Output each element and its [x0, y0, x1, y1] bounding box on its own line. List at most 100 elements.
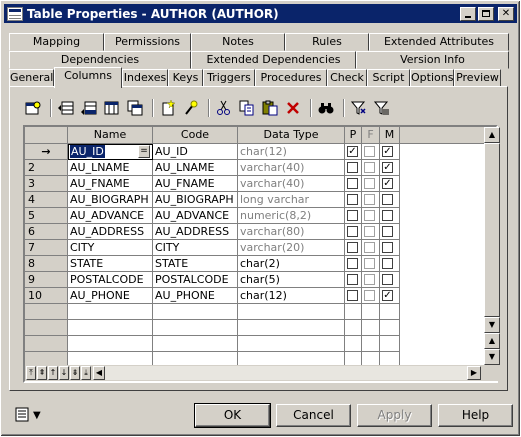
cell-code[interactable]: STATE — [153, 256, 238, 272]
checkbox-p[interactable] — [347, 274, 358, 285]
cell-type[interactable]: char(12) — [238, 144, 345, 160]
tab-preview[interactable]: Preview — [454, 69, 501, 87]
new-icon[interactable] — [158, 98, 178, 118]
tab-version-info[interactable]: Version Info — [356, 51, 509, 69]
scroll-right-button[interactable]: ▶ — [467, 366, 481, 380]
cell-name[interactable]: AU_ADVANCE — [68, 208, 153, 224]
cell-type[interactable]: varchar(80) — [238, 224, 345, 240]
cell-code[interactable] — [153, 352, 238, 365]
checkbox-f[interactable] — [364, 242, 375, 253]
copy-icon[interactable] — [237, 98, 257, 118]
cell-type[interactable]: varchar(40) — [238, 160, 345, 176]
checkbox-f[interactable] — [364, 258, 375, 269]
column-header-m[interactable]: M — [380, 127, 400, 144]
checkbox-m[interactable]: ✓ — [382, 290, 393, 301]
paste-icon[interactable] — [260, 98, 280, 118]
cell-type[interactable]: long varchar — [238, 192, 345, 208]
row-header[interactable] — [25, 304, 68, 320]
checkbox-p[interactable] — [347, 242, 358, 253]
tab-procedures[interactable]: Procedures — [255, 69, 327, 87]
cell-code[interactable]: AU_BIOGRAPH — [153, 192, 238, 208]
cell-type[interactable]: varchar(20) — [238, 240, 345, 256]
row-header[interactable]: 4 — [25, 192, 68, 208]
checkbox-m[interactable] — [382, 242, 393, 253]
cell-name[interactable]: AU_BIOGRAPH — [68, 192, 153, 208]
cell-code[interactable]: AU_PHONE — [153, 288, 238, 304]
cell-name[interactable]: POSTALCODE — [68, 272, 153, 288]
checkbox-p[interactable] — [347, 162, 358, 173]
title-bar[interactable]: Table Properties - AUTHOR (AUTHOR) ✕ — [4, 4, 517, 23]
row-header[interactable]: 7 — [25, 240, 68, 256]
checkbox-f[interactable] — [364, 210, 375, 221]
cell-ellipsis-button[interactable]: = — [138, 145, 150, 158]
scroll-left-button[interactable]: ◀ — [93, 366, 105, 380]
cell-name[interactable]: STATE — [68, 256, 153, 272]
cell-code[interactable]: AU_ADVANCE — [153, 208, 238, 224]
checkbox-p[interactable] — [347, 210, 358, 221]
tab-extended-dependencies[interactable]: Extended Dependencies — [191, 51, 356, 69]
minimize-button[interactable] — [460, 6, 476, 21]
checkbox-m[interactable]: ✓ — [382, 162, 393, 173]
cell-name[interactable] — [68, 336, 153, 352]
move-bottom-button[interactable]: ⤓ — [81, 366, 91, 380]
row-header[interactable]: 3 — [25, 176, 68, 192]
tab-extended-attributes[interactable]: Extended Attributes — [369, 33, 509, 51]
checkbox-p[interactable] — [347, 178, 358, 189]
move-page-down-button[interactable]: ⇟ — [70, 366, 80, 380]
tab-notes[interactable]: Notes — [191, 33, 285, 51]
checkbox-f[interactable] — [364, 178, 375, 189]
cell-code[interactable] — [153, 320, 238, 336]
vertical-scrollbar[interactable]: ▲ ▼ ▲ ▼ — [484, 127, 500, 365]
cell-type[interactable] — [238, 304, 345, 320]
row-header[interactable]: 5 — [25, 208, 68, 224]
add-columns-icon[interactable] — [102, 98, 122, 118]
checkbox-p[interactable] — [347, 194, 358, 205]
cell-name[interactable] — [68, 320, 153, 336]
checkbox-f[interactable] — [364, 226, 375, 237]
cell-code[interactable]: AU_ADDRESS — [153, 224, 238, 240]
replicate-icon[interactable] — [125, 98, 145, 118]
checkbox-m[interactable] — [382, 210, 393, 221]
tab-keys[interactable]: Keys — [168, 69, 203, 87]
tab-general[interactable]: General — [9, 69, 54, 87]
cut-icon[interactable] — [214, 98, 234, 118]
checkbox-m[interactable] — [382, 226, 393, 237]
row-header[interactable]: 10 — [25, 288, 68, 304]
column-header-f[interactable]: F — [362, 127, 380, 144]
cell-type[interactable] — [238, 336, 345, 352]
tab-options[interactable]: Options — [410, 69, 454, 87]
cell-type[interactable]: numeric(8,2) — [238, 208, 345, 224]
checkbox-p[interactable] — [347, 258, 358, 269]
scroll-down-button-2[interactable]: ▼ — [484, 349, 500, 365]
checkbox-f[interactable] — [364, 146, 375, 157]
cell-name[interactable]: AU_FNAME — [68, 176, 153, 192]
cell-type[interactable] — [238, 352, 345, 365]
cell-code[interactable]: CITY — [153, 240, 238, 256]
cell-code[interactable] — [153, 336, 238, 352]
cell-code[interactable]: AU_ID — [153, 144, 238, 160]
cell-code[interactable]: AU_LNAME — [153, 160, 238, 176]
checkbox-m[interactable]: ✓ — [382, 146, 393, 157]
cell-name[interactable]: AU_ADDRESS — [68, 224, 153, 240]
checkbox-p[interactable] — [347, 290, 358, 301]
horizontal-track[interactable] — [105, 366, 467, 380]
cell-name[interactable] — [68, 304, 153, 320]
row-header[interactable]: → — [25, 144, 68, 160]
tab-check[interactable]: Check — [327, 69, 367, 87]
apply-button[interactable]: Apply — [357, 404, 432, 427]
tab-mapping[interactable]: Mapping — [9, 33, 104, 51]
cell-type[interactable]: char(12) — [238, 288, 345, 304]
checkbox-m[interactable] — [382, 258, 393, 269]
tab-indexes[interactable]: Indexes — [122, 69, 168, 87]
row-header[interactable] — [25, 320, 68, 336]
help-button[interactable]: Help — [438, 404, 513, 427]
move-up-button[interactable]: ↑ — [48, 366, 58, 380]
horizontal-scrollbar[interactable]: ⤒ ⇞ ↑ ↓ ⇟ ⤓ ◀ ▶ — [25, 365, 500, 381]
checkbox-f[interactable] — [364, 290, 375, 301]
ok-button[interactable]: OK — [194, 403, 271, 428]
scroll-thumb[interactable] — [484, 143, 500, 317]
find-icon[interactable] — [316, 98, 336, 118]
tab-triggers[interactable]: Triggers — [203, 69, 255, 87]
column-header-data-type[interactable]: Data Type — [238, 127, 345, 144]
scroll-up-button-2[interactable]: ▲ — [484, 333, 500, 349]
